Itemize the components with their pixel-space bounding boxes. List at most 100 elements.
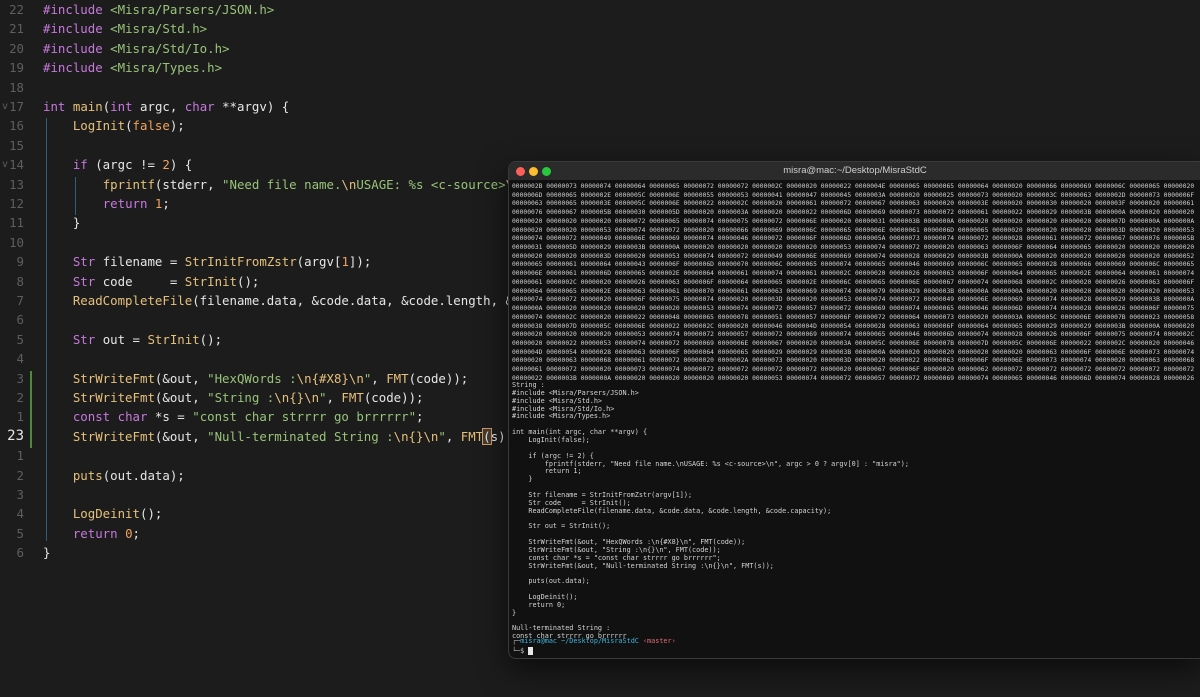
hex-row: 00000020 00000020 00000020 00000072 0000… (512, 217, 1195, 225)
code-token: argc, (132, 99, 185, 114)
code-token: \n (296, 370, 312, 386)
hex-row: 00000074 0000002C 00000020 00000022 0000… (512, 313, 1195, 321)
line-number: 13 (9, 176, 24, 192)
hex-row: 00000074 00000072 00000049 0000006E 0000… (512, 235, 1195, 243)
shell-prompt[interactable]: ┌─misra@mac ~/Desktop/MisraStdC ‹master›… (512, 636, 676, 656)
code-line[interactable]: 21 #include <Misra/Std.h> (0, 19, 1200, 38)
hex-dump-output: 0000002B 00000073 00000074 00000064 0000… (512, 183, 1198, 383)
line-number: 14 (9, 157, 24, 173)
code-text: if (argc != 2) { (43, 155, 192, 174)
line-number: 3 (16, 370, 24, 386)
code-line[interactable]: 15 (0, 136, 1200, 155)
hex-row: 00000061 00000072 00000020 00000073 0000… (512, 366, 1195, 374)
terminal-titlebar[interactable]: misra@mac:~/Desktop/MisraStdC (509, 162, 1200, 181)
line-number: 22 (9, 2, 24, 17)
code-token: USAGE: %s <c-source> (356, 176, 506, 192)
code-text: return 0; (43, 524, 140, 543)
code-token: "Need file name. (222, 176, 342, 192)
code-token: const (72, 409, 111, 425)
code-text: #include <Misra/Std/Io.h> (43, 39, 230, 58)
code-token: FMT (341, 390, 364, 405)
code-token: <Misra/Types.h> (102, 60, 223, 76)
code-token: FMT (386, 370, 409, 386)
code-token: (&out, (154, 428, 208, 444)
code-text: LogInit(false); (43, 116, 185, 135)
hex-row: 00000074 00000072 00000020 0000006F 0000… (512, 296, 1195, 304)
code-token: Str (72, 331, 96, 347)
code-token: puts (72, 467, 103, 483)
code-token: StrInit (147, 331, 200, 347)
code-text: } (43, 213, 80, 232)
code-text: StrWriteFmt(&out, "HexQWords :\n{#X8}\n"… (43, 369, 468, 388)
code-token: } (43, 545, 51, 561)
code-line[interactable]: v 17 int main(int argc, char **argv) { (0, 97, 1200, 116)
prompt-user: misra@mac (520, 637, 558, 645)
code-token: #include (43, 40, 103, 56)
hex-row: 00000020 00000022 00000053 00000074 0000… (512, 339, 1195, 347)
code-token: (code)); (363, 390, 424, 405)
output-line: LogInit(false); (512, 435, 590, 444)
terminal-window[interactable]: misra@mac:~/Desktop/MisraStdC 0000002B 0… (508, 161, 1200, 659)
code-token: 0 (125, 525, 133, 541)
line-number: 21 (9, 21, 24, 37)
code-token: main (72, 99, 103, 114)
code-token: \n (304, 390, 320, 405)
code-line[interactable]: 19 #include <Misra/Types.h> (0, 58, 1200, 77)
code-token: filename = (95, 254, 185, 270)
code-token: StrInit (184, 273, 237, 289)
code-token: LogInit (72, 118, 126, 134)
hex-row: 00000020 00000020 00000053 00000074 0000… (512, 226, 1195, 234)
code-token: ) { (169, 157, 193, 173)
code-line[interactable]: 20 #include <Misra/Std/Io.h> (0, 39, 1200, 58)
code-token: "String : (207, 390, 275, 405)
terminal-cursor (528, 647, 534, 655)
code-line[interactable]: 16 LogInit(false); (0, 116, 1200, 135)
line-number: 5 (16, 331, 24, 347)
line-number: 1 (16, 448, 24, 464)
line-number: 6 (16, 545, 24, 561)
hex-row: 0000002B 00000073 00000074 00000064 0000… (512, 183, 1195, 190)
line-number: 19 (9, 60, 24, 76)
code-token: FMT (460, 428, 484, 444)
line-number: 7 (16, 293, 24, 308)
code-token: #include (43, 2, 103, 17)
code-token: ; (416, 409, 424, 425)
code-token: "Null-terminated String : (207, 428, 394, 444)
code-token: " (438, 428, 446, 444)
code-text: #include <Misra/Parsers/JSON.h> (43, 0, 274, 19)
code-token: out = (95, 331, 148, 347)
hex-row: 00000038 0000007D 0000005C 0000006E 0000… (512, 322, 1195, 330)
code-token: (out.data); (102, 467, 185, 483)
output-line: StrWriteFmt(&out, "Null-terminated Strin… (512, 561, 774, 570)
code-token: \n (274, 390, 290, 405)
code-token: *s = (147, 409, 193, 425)
code-line[interactable]: 18 (0, 78, 1200, 97)
hex-row: 0000006E 00000061 0000006D 00000065 0000… (512, 270, 1195, 278)
line-number: 23 (7, 427, 24, 444)
code-token: ReadCompleteFile (72, 293, 193, 308)
hex-row: 0000000A 00000020 00000020 00000020 0000… (512, 305, 1195, 313)
hex-row: 00000063 00000065 0000003E 0000005C 0000… (512, 200, 1195, 208)
code-token: <Misra/Std.h> (102, 21, 208, 37)
hex-row: 00000076 00000067 0000005B 00000030 0000… (512, 209, 1195, 217)
line-number: 16 (9, 118, 24, 134)
code-text: return 1; (43, 194, 170, 213)
code-text: Str out = StrInit(); (43, 330, 222, 349)
code-line[interactable]: 22 #include <Misra/Parsers/JSON.h> (0, 0, 1200, 19)
code-token: (); (236, 273, 260, 289)
code-token: Str (72, 273, 96, 289)
output-line: } (512, 475, 533, 484)
line-number: 17 (9, 99, 24, 114)
hex-row: 0000004D 00000054 00000028 00000063 0000… (512, 348, 1195, 356)
line-number: 9 (16, 254, 24, 270)
code-token: <Misra/Std/Io.h> (102, 40, 230, 56)
